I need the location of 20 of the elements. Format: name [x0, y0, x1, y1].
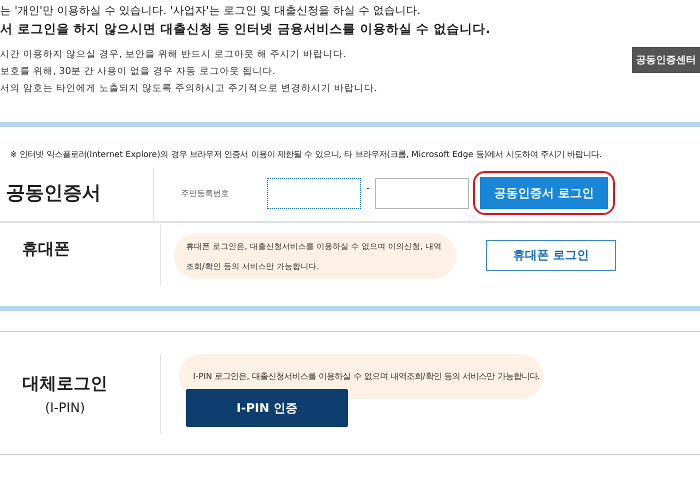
section-title: 공동인증서	[5, 181, 102, 206]
section-title: 휴대폰	[21, 239, 71, 260]
section-title: 대체로그인	[22, 373, 108, 395]
notice-text: 시간 이용하지 않으실 경우, 보안을 위해 반드시 로그아웃 해 주시기 바랍니다.	[0, 48, 348, 62]
info-bubble: I-PIN 로그인은, 대출신청서비스를 이용하실 수 없으며 내역조회/확인 등의 서비스만 가능합니다.	[179, 354, 543, 399]
input-field[interactable]	[375, 178, 469, 208]
ipin-button[interactable]: I-PIN 인증	[186, 389, 348, 427]
notice-text: 보호를 위해, 30분 간 사용이 없을 경우 자동 로그아웃 됩니다.	[0, 65, 276, 79]
phone-login-button[interactable]: 휴대폰 로그인	[486, 240, 616, 271]
certificate-login-button[interactable]: 공동인증서 로그인	[480, 177, 608, 209]
notice-text: 서 로그인을 하지 않으시면 대출신청 등 인터넷 금융서비스를 이용하실 수 없습니다.	[0, 21, 492, 36]
notice-text: 는 '개인'만 이용하실 수 있습니다. '사업자'는 로그인 및 대출신청을 하실 수 없습니다.	[0, 3, 422, 18]
browser-note: ※ 인터넷 익스플로러(Internet Explore)의 경우 브라우저 인증서 이용이 제한될 수 있으니, 타 브라우저(크롬, Microsoft Edge 등)에서 시도하여 주시기 바랍니다.	[10, 149, 602, 160]
section-subtitle: (I-PIN)	[44, 401, 86, 416]
notice-text: 서의 암호는 타인에게 노출되지 않도록 주의하시고 주기적으로 변경하시기 바랍니다.	[0, 82, 378, 96]
certificate-center-button[interactable]: 공동인증센터	[632, 47, 700, 73]
input-field[interactable]	[267, 178, 361, 208]
field-label: 주민등록번호	[181, 188, 230, 198]
separator: -	[365, 182, 371, 194]
info-bubble: 휴대폰 로그인은, 대출신청서비스를 이용하실 수 없으며 이의신청, 내역조회/확인 등의 서비스만 가능합니다.	[174, 232, 456, 278]
